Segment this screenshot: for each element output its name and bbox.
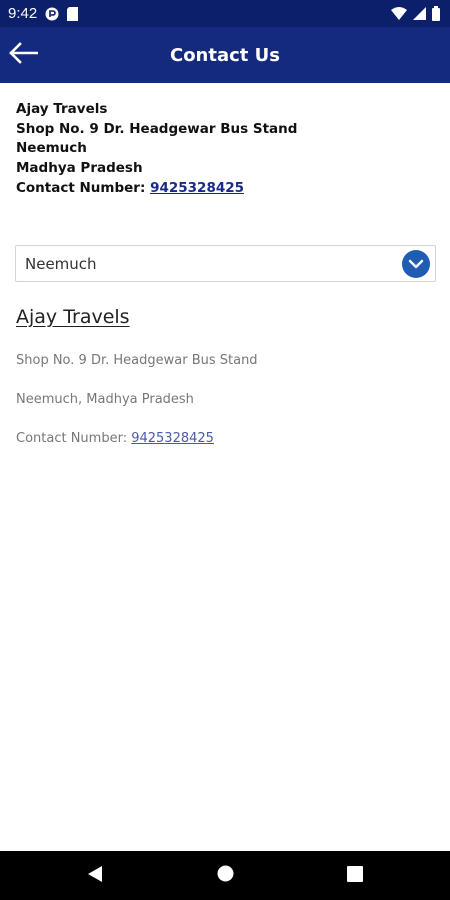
home-circle-icon — [217, 865, 234, 886]
wifi-icon — [391, 7, 407, 20]
office-contact-label: Contact Number: — [16, 431, 132, 446]
office-address-line: Shop No. 9 Dr. Headgewar Bus Stand — [16, 353, 258, 368]
signal-icon — [413, 7, 426, 20]
office-city-state: Neemuch, Madhya Pradesh — [16, 392, 194, 407]
address-state: Madhya Pradesh — [16, 160, 143, 177]
company-name: Ajay Travels — [16, 101, 108, 117]
arrow-left-icon — [8, 42, 39, 68]
nav-recents-button[interactable] — [330, 851, 380, 900]
contact-row: Contact Number: 9425328425 — [16, 179, 297, 199]
contact-label: Contact Number: — [16, 179, 151, 196]
status-bar: 9:42 — [0, 0, 450, 27]
office-phone-link[interactable]: 9425328425 — [131, 431, 214, 446]
battery-icon — [432, 6, 440, 21]
address-city: Neemuch — [16, 140, 87, 157]
app-bar: Contact Us — [0, 27, 450, 83]
nav-home-button[interactable] — [200, 851, 250, 900]
city-dropdown-value: Neemuch — [25, 254, 97, 273]
page-title: Contact Us — [169, 44, 280, 66]
office-contact-row: Contact Number: 9425328425 — [16, 431, 214, 446]
phone-link[interactable]: 9425328425 — [150, 180, 244, 196]
status-time: 9:42 — [8, 5, 38, 22]
data-saver-icon — [45, 7, 59, 21]
back-button[interactable] — [6, 39, 40, 71]
address-line: Shop No. 9 Dr. Headgewar Bus Stand — [16, 120, 298, 137]
office-name: Ajay Travels — [16, 306, 130, 328]
address-block: Ajay Travels Shop No. 9 Dr. Headgewar Bu… — [16, 100, 297, 199]
chevron-down-icon[interactable] — [402, 250, 430, 278]
recents-square-icon — [347, 865, 363, 886]
sim-card-icon — [67, 6, 79, 21]
nav-back-button[interactable] — [70, 851, 120, 900]
system-nav-bar — [0, 851, 450, 900]
city-dropdown[interactable]: Neemuch — [15, 245, 436, 282]
back-triangle-icon — [87, 865, 103, 887]
